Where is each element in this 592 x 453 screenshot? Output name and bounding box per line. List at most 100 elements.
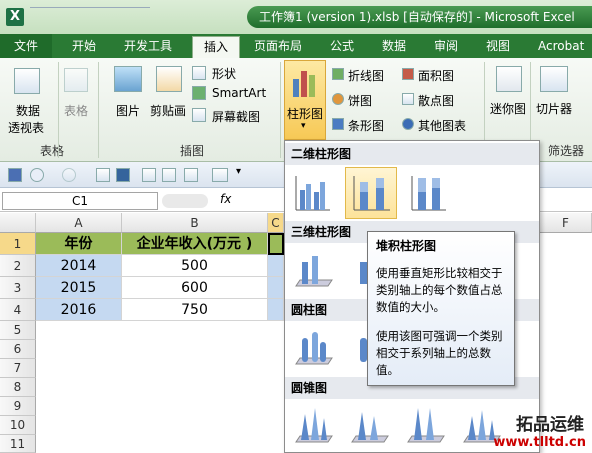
ribbon-tabs: 文件 开始 开发工具 插入 页面布局 公式 数据 审阅 视图 Acrobat (0, 34, 592, 58)
cell-b2[interactable]: 500 (122, 255, 268, 277)
tab-acrobat[interactable]: Acrobat (538, 34, 584, 58)
save-icon[interactable] (8, 168, 22, 182)
stacked-column-icon (353, 176, 390, 211)
picture-icon (114, 66, 142, 92)
tooltip-paragraph-1: 使用垂直矩形比较相交于类别轴上的每个数值占总数值的大小。 (376, 266, 503, 314)
row-header-11[interactable]: 11 (0, 435, 36, 453)
cell-a2[interactable]: 2014 (36, 255, 122, 277)
cell-a3[interactable]: 2015 (36, 277, 122, 299)
select-all-corner[interactable] (0, 213, 36, 233)
slicer-icon (540, 66, 568, 92)
row-header-7[interactable]: 7 (0, 359, 36, 378)
other-charts-button[interactable]: 其他图表 (418, 117, 466, 134)
scatter-chart-button[interactable]: 散点图 (418, 92, 454, 109)
cell-a4[interactable]: 2016 (36, 299, 122, 321)
column-chart-button[interactable]: 柱形图 ▾ (284, 60, 326, 140)
tab-view[interactable]: 视图 (486, 34, 510, 58)
pivot-label-2[interactable]: 透视表 (8, 119, 44, 136)
tab-home[interactable]: 开始 (72, 34, 96, 58)
print-icon[interactable] (96, 168, 110, 182)
percent-stacked-cone-option[interactable] (401, 401, 447, 449)
column-chart-label: 柱形图 (287, 107, 324, 121)
filter-icon[interactable] (142, 168, 156, 182)
pie-chart-icon (332, 93, 344, 105)
column-header-f[interactable]: F (540, 213, 592, 233)
cell-a1[interactable]: 年份 (36, 233, 122, 255)
row-header-4[interactable]: 4 (0, 299, 36, 321)
cell-c2[interactable] (268, 255, 284, 277)
formula-bar-splitter[interactable] (162, 194, 208, 208)
cylinder-column-option[interactable] (289, 323, 335, 371)
form-icon[interactable] (162, 168, 176, 182)
line-chart-button[interactable]: 折线图 (348, 67, 384, 84)
ribbon-separator (98, 62, 99, 158)
scatter-chart-icon (402, 93, 414, 105)
tab-developer[interactable]: 开发工具 (124, 34, 172, 58)
picture-button[interactable]: 图片 (116, 102, 140, 119)
insert-function-button[interactable]: fx (220, 192, 231, 206)
column-header-c[interactable]: C (268, 213, 284, 233)
row-header-5[interactable]: 5 (0, 321, 36, 340)
camera-icon[interactable] (212, 168, 228, 182)
column-header-b[interactable]: B (122, 213, 268, 233)
row-header-1[interactable]: 1 (0, 233, 36, 255)
watermark-line-1: 拓品运维 (516, 415, 584, 435)
section-2d-column: 二维柱形图 (285, 143, 539, 165)
bar-chart-button[interactable]: 条形图 (348, 117, 384, 134)
percent-stacked-column-option[interactable] (405, 169, 451, 217)
tab-formulas[interactable]: 公式 (330, 34, 354, 58)
pivot-label-1[interactable]: 数据 (16, 102, 40, 119)
redo-icon[interactable] (62, 168, 76, 182)
pie-chart-button[interactable]: 饼图 (348, 92, 372, 109)
row-header-8[interactable]: 8 (0, 378, 36, 397)
screenshot-icon (192, 108, 206, 122)
cell-c1-selected[interactable] (268, 233, 284, 255)
table-tool-icon[interactable] (184, 168, 198, 182)
undo-icon[interactable] (30, 168, 44, 182)
tab-data[interactable]: 数据 (382, 34, 406, 58)
name-box[interactable]: C1 (2, 192, 158, 210)
clipart-button[interactable]: 剪贴画 (150, 102, 186, 119)
column-header-a[interactable]: A (36, 213, 122, 233)
row-header-2[interactable]: 2 (0, 255, 36, 277)
cone-column-option[interactable] (289, 401, 335, 449)
sheet-icon[interactable] (116, 168, 130, 182)
excel-logo-icon[interactable]: X (6, 8, 24, 26)
sparkline-button[interactable]: 迷你图 (490, 100, 526, 117)
table-icon (64, 68, 88, 92)
row-header-6[interactable]: 6 (0, 340, 36, 359)
cell-b1[interactable]: 企业年收入(万元 ) (122, 233, 268, 255)
column-chart-icon (293, 71, 315, 97)
customize-qat-icon[interactable]: ▾ (236, 166, 241, 177)
screenshot-button[interactable]: 屏幕截图 (212, 108, 260, 125)
cell-b4[interactable]: 750 (122, 299, 268, 321)
row-header-9[interactable]: 9 (0, 397, 36, 416)
clustered-column-option[interactable] (289, 169, 335, 217)
percent-cone-icon (407, 408, 445, 443)
chevron-down-icon: ▾ (301, 121, 306, 131)
row-header-3[interactable]: 3 (0, 277, 36, 299)
table-button[interactable]: 表格 (64, 102, 88, 119)
tab-review[interactable]: 审阅 (434, 34, 458, 58)
stacked-cone-option[interactable] (345, 401, 391, 449)
tab-page-layout[interactable]: 页面布局 (254, 34, 302, 58)
stacked-column-option-selected[interactable] (345, 167, 397, 219)
shapes-button[interactable]: 形状 (212, 65, 236, 82)
tab-file[interactable]: 文件 (0, 34, 52, 58)
cone-icon (295, 408, 333, 443)
smartart-button[interactable]: SmartArt (212, 86, 266, 100)
other-charts-icon (402, 118, 414, 130)
cell-b3[interactable]: 600 (122, 277, 268, 299)
tab-insert[interactable]: 插入 (192, 36, 240, 58)
clipart-icon (156, 66, 182, 92)
slicer-button[interactable]: 切片器 (536, 100, 572, 117)
cell-c3[interactable] (268, 277, 284, 299)
shapes-icon (192, 66, 206, 80)
tooltip-paragraph-2: 使用该图可强调一个类别相交于系列轴上的总数值。 (376, 329, 503, 377)
3d-clustered-column-option[interactable] (289, 245, 335, 293)
row-header-10[interactable]: 10 (0, 416, 36, 435)
3d-column-icon (295, 256, 333, 287)
chart-tooltip: 堆积柱形图 使用垂直矩形比较相交于类别轴上的每个数值占总数值的大小。 使用该图可… (367, 231, 515, 386)
area-chart-button[interactable]: 面积图 (418, 67, 454, 84)
cell-c4[interactable] (268, 299, 284, 321)
